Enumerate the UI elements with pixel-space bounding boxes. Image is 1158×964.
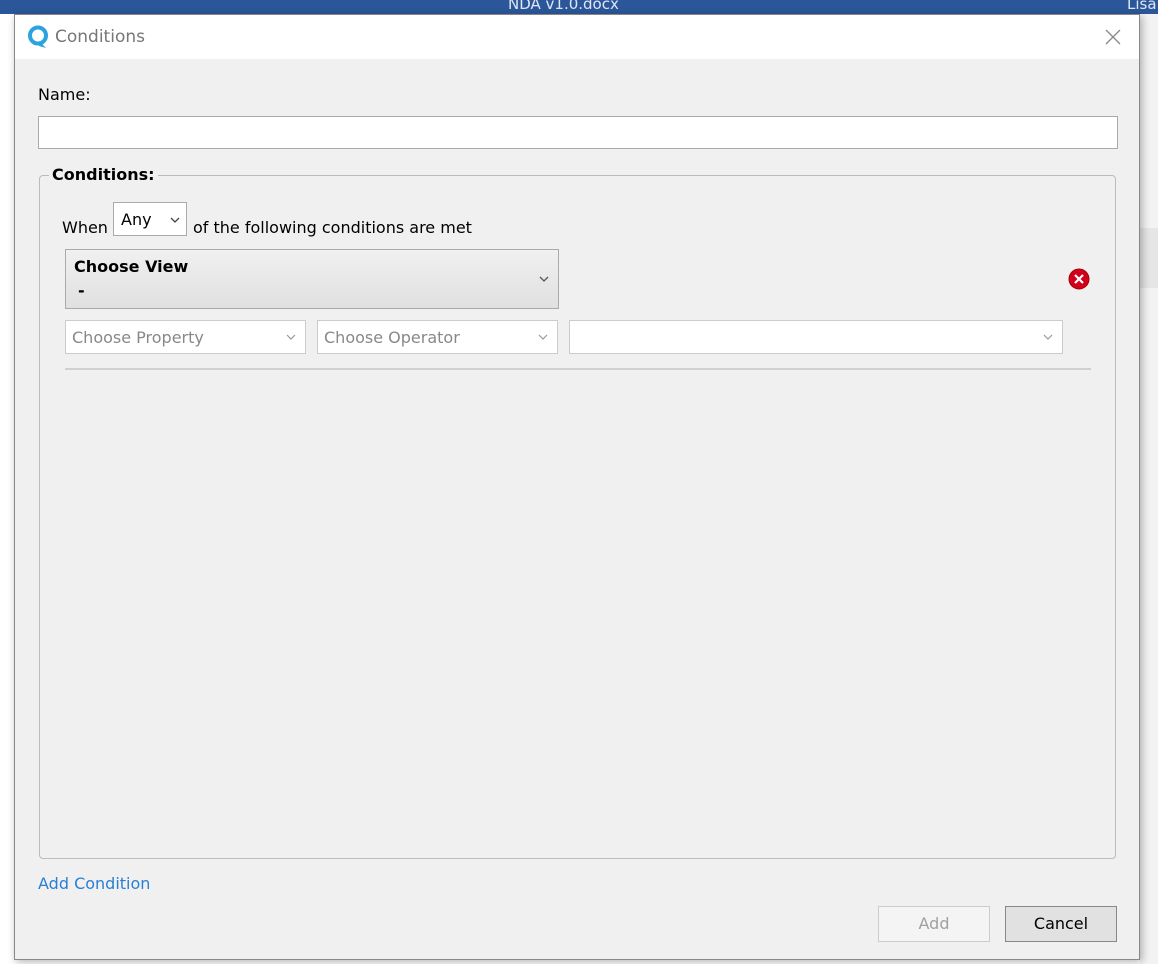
when-label: When [62,218,108,237]
word-titlebar: NDA v1.0.docx Lisa [0,0,1158,14]
dialog-title: Conditions [55,27,145,47]
choose-view-dropdown[interactable]: Choose View - [65,249,559,309]
match-select[interactable]: Any [113,202,187,236]
name-label: Name: [38,85,91,104]
user-name: Lisa [1127,0,1157,13]
chevron-down-icon [1043,334,1053,340]
choose-operator-select[interactable]: Choose Operator [317,320,558,354]
view-value: - [78,281,85,300]
q-logo-icon [28,25,48,48]
chevron-down-icon [286,334,296,340]
chevron-down-icon [539,276,549,282]
chevron-down-icon [170,217,180,223]
cancel-button[interactable]: Cancel [1005,906,1117,942]
add-condition-link[interactable]: Add Condition [38,874,150,893]
view-title: Choose View [74,257,189,276]
property-placeholder: Choose Property [72,328,204,347]
background-pane [1140,14,1158,964]
document-title: NDA v1.0.docx [508,0,619,13]
match-select-value: Any [121,210,152,229]
add-button[interactable]: Add [878,906,990,942]
remove-condition-icon[interactable] [1068,268,1090,290]
conditions-met-label: of the following conditions are met [193,218,472,237]
background-document [0,14,14,964]
chevron-down-icon [538,334,548,340]
close-icon[interactable] [1101,25,1125,49]
condition-value-select[interactable] [569,320,1063,354]
name-input[interactable] [38,116,1118,149]
operator-placeholder: Choose Operator [324,328,460,347]
choose-property-select[interactable]: Choose Property [65,320,306,354]
conditions-legend: Conditions: [49,165,158,184]
dialog-header: Conditions [15,15,1139,59]
conditions-dialog: Conditions Name: Conditions: When Any of… [14,14,1140,960]
condition-separator [65,368,1091,370]
